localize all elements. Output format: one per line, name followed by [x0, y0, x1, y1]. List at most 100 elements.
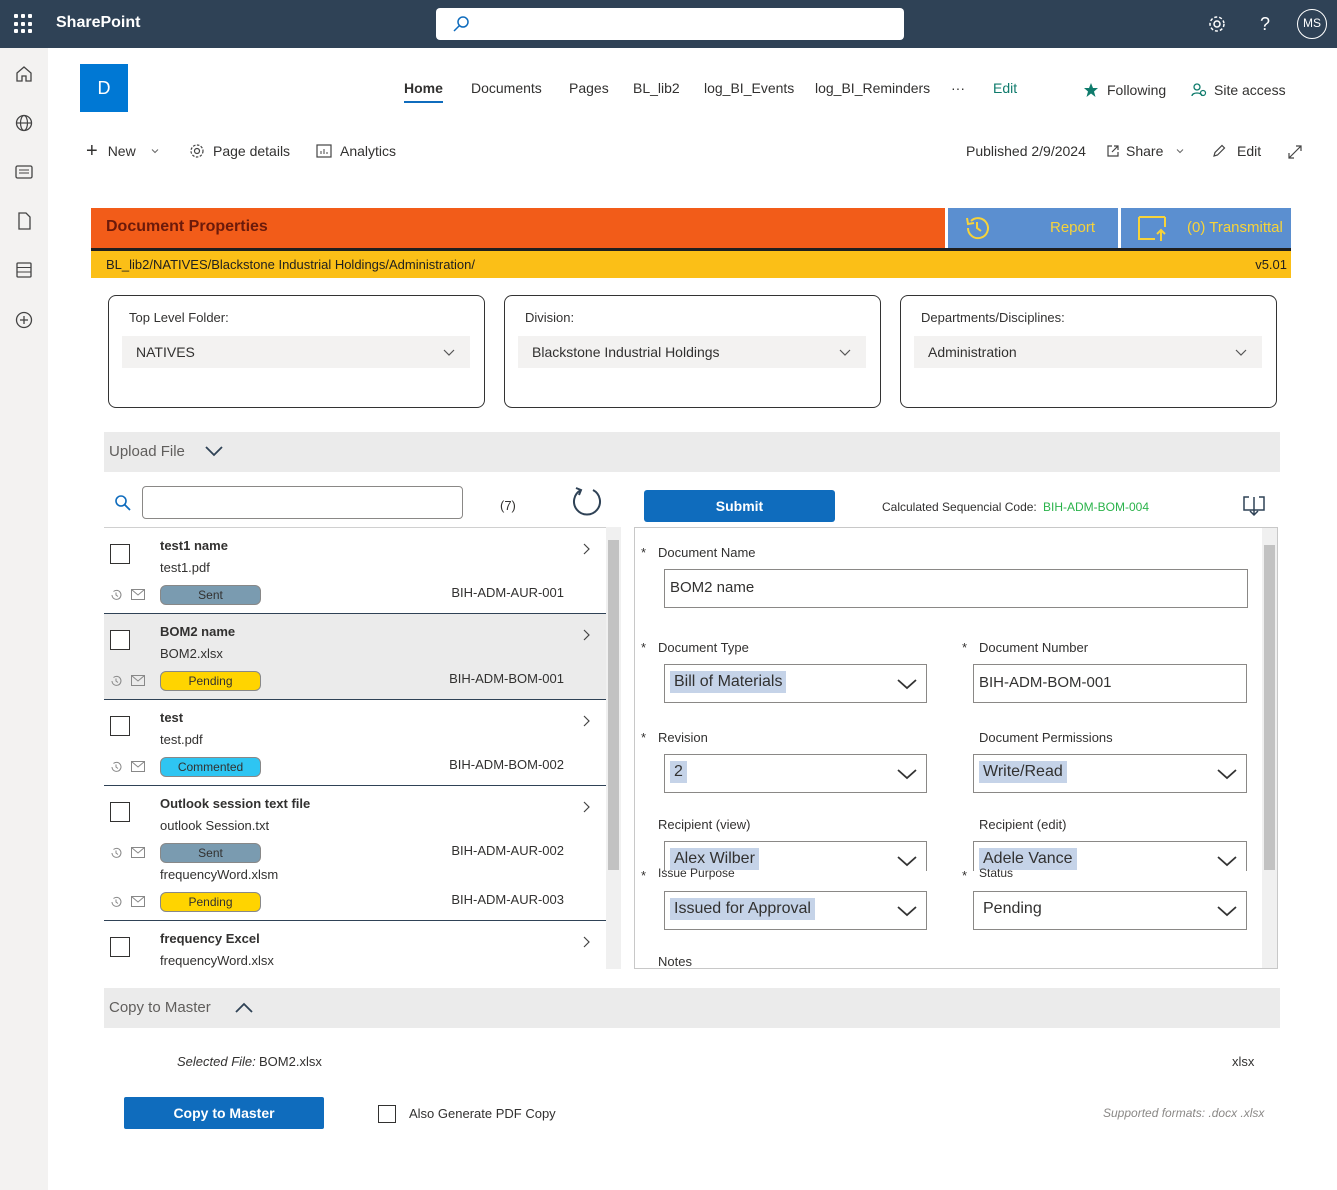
form-scrollbar-thumb[interactable] — [1264, 545, 1275, 870]
nav-bl-lib2[interactable]: BL_lib2 — [633, 80, 680, 96]
file-search-input[interactable] — [142, 486, 463, 519]
user-avatar[interactable]: MS — [1297, 9, 1327, 39]
nav-reminders[interactable]: log_BI_Reminders — [815, 80, 930, 96]
app-launcher-icon[interactable] — [14, 14, 34, 34]
list-icon[interactable] — [14, 260, 34, 280]
transmittal-button[interactable]: (0) Transmittal — [1121, 208, 1291, 248]
globe-icon[interactable] — [14, 113, 34, 133]
copy-to-master-title: Copy to Master — [109, 999, 211, 1016]
row-checkbox[interactable] — [110, 937, 130, 957]
issue-purpose-dropdown[interactable]: Issued for Approval — [664, 891, 927, 930]
recipient-edit-dropdown[interactable]: Adele Vance — [973, 841, 1247, 871]
nav-pages[interactable]: Pages — [569, 80, 609, 96]
top-level-folder-label: Top Level Folder: — [129, 310, 229, 325]
following-label: Following — [1107, 82, 1167, 98]
document-type-dropdown[interactable]: Bill of Materials — [664, 664, 927, 703]
copy-to-master-section[interactable]: Copy to Master — [104, 988, 1280, 1028]
history-icon[interactable] — [109, 895, 123, 909]
people-icon — [1191, 83, 1207, 97]
row-checkbox[interactable] — [110, 802, 130, 822]
document-permissions-value: Write/Read — [979, 761, 1067, 783]
report-button[interactable]: Report — [948, 208, 1118, 248]
chevron-down-icon — [1217, 856, 1237, 867]
departments-select[interactable]: Administration — [914, 336, 1262, 368]
row-checkbox[interactable] — [110, 630, 130, 650]
history-icon[interactable] — [109, 760, 123, 774]
nav-documents[interactable]: Documents — [471, 80, 542, 96]
status-badge: Commented — [160, 757, 261, 777]
chevron-right-icon[interactable] — [581, 935, 591, 949]
list-item[interactable]: BOM2 name BOM2.xlsx Pending BIH-ADM-BOM-… — [104, 614, 607, 700]
chevron-down-icon — [205, 446, 223, 457]
chevron-right-icon[interactable] — [581, 628, 591, 642]
site-access-button[interactable]: Site access — [1191, 82, 1286, 98]
document-name-input[interactable]: BOM2 name — [664, 569, 1248, 608]
mail-icon[interactable] — [131, 761, 145, 772]
download-icon[interactable] — [1241, 493, 1267, 519]
item-code: BIH-ADM-BOM-002 — [449, 757, 564, 772]
history-icon[interactable] — [109, 674, 123, 688]
generate-pdf-checkbox[interactable] — [378, 1105, 396, 1123]
history-icon[interactable] — [109, 846, 123, 860]
row-checkbox[interactable] — [110, 716, 130, 736]
history-icon[interactable] — [109, 588, 123, 602]
news-icon[interactable] — [14, 162, 34, 182]
item-file: outlook Session.txt — [160, 818, 270, 833]
status-dropdown[interactable]: Pending — [973, 891, 1247, 930]
new-button[interactable]: + New — [86, 141, 160, 161]
revision-dropdown[interactable]: 2 — [664, 754, 927, 793]
document-type-value: Bill of Materials — [670, 671, 787, 693]
global-search-input[interactable] — [436, 8, 904, 40]
status-value: Pending — [983, 900, 1042, 917]
item-name: Outlook session text file — [160, 796, 311, 811]
document-permissions-dropdown[interactable]: Write/Read — [973, 754, 1247, 793]
list-scrollbar-thumb[interactable] — [608, 540, 619, 870]
document-number-input[interactable]: BIH-ADM-BOM-001 — [973, 664, 1247, 703]
list-item[interactable]: test1 name test1.pdf Sent BIH-ADM-AUR-00… — [104, 528, 607, 614]
chevron-right-icon[interactable] — [581, 714, 591, 728]
document-icon[interactable] — [14, 211, 34, 231]
analytics-button[interactable]: Analytics — [316, 143, 396, 159]
edit-page-button[interactable]: Edit — [1211, 143, 1261, 159]
departments-label: Departments/Disciplines: — [921, 310, 1065, 325]
division-select[interactable]: Blackstone Industrial Holdings — [518, 336, 866, 368]
mail-icon[interactable] — [131, 675, 145, 686]
refresh-icon[interactable] — [570, 485, 604, 519]
share-icon — [1107, 145, 1119, 157]
division-label: Division: — [525, 310, 575, 325]
home-icon[interactable] — [14, 64, 34, 84]
mail-icon[interactable] — [131, 896, 145, 907]
top-level-folder-value: NATIVES — [136, 344, 195, 360]
version-label: v5.01 — [1255, 257, 1287, 272]
brand-name[interactable]: SharePoint — [56, 14, 140, 32]
list-item[interactable]: frequency Excel frequencyWord.xlsx — [104, 921, 607, 969]
mail-icon[interactable] — [131, 847, 145, 858]
mail-icon[interactable] — [131, 589, 145, 600]
submit-button[interactable]: Submit — [644, 490, 835, 522]
nav-events[interactable]: log_BI_Events — [704, 80, 794, 96]
page-details-button[interactable]: Page details — [189, 143, 290, 159]
document-type-label: Document Type — [658, 640, 749, 655]
nav-home[interactable]: Home — [404, 80, 443, 103]
required-mark: * — [641, 545, 647, 560]
status-label: Status — [979, 866, 1014, 880]
settings-gear-icon[interactable] — [1205, 12, 1229, 36]
share-button[interactable]: Share — [1106, 143, 1185, 159]
row-checkbox[interactable] — [110, 544, 130, 564]
status-badge: Sent — [160, 585, 261, 605]
add-circle-icon[interactable] — [14, 310, 34, 330]
copy-to-master-button[interactable]: Copy to Master — [124, 1097, 324, 1129]
expand-icon[interactable] — [1287, 144, 1303, 160]
document-name-label: Document Name — [658, 545, 756, 560]
chevron-right-icon[interactable] — [581, 800, 591, 814]
help-icon[interactable]: ? — [1253, 12, 1277, 36]
following-button[interactable]: Following — [1083, 82, 1166, 98]
upload-file-section[interactable]: Upload File — [104, 432, 1280, 472]
list-item[interactable]: test test.pdf Commented BIH-ADM-BOM-002 — [104, 700, 607, 786]
nav-edit[interactable]: Edit — [993, 80, 1017, 96]
top-level-folder-select[interactable]: NATIVES — [122, 336, 470, 368]
site-logo[interactable]: D — [80, 64, 128, 112]
list-item[interactable]: Outlook session text file outlook Sessio… — [104, 786, 607, 921]
nav-more[interactable]: ··· — [951, 80, 965, 96]
chevron-right-icon[interactable] — [581, 542, 591, 556]
